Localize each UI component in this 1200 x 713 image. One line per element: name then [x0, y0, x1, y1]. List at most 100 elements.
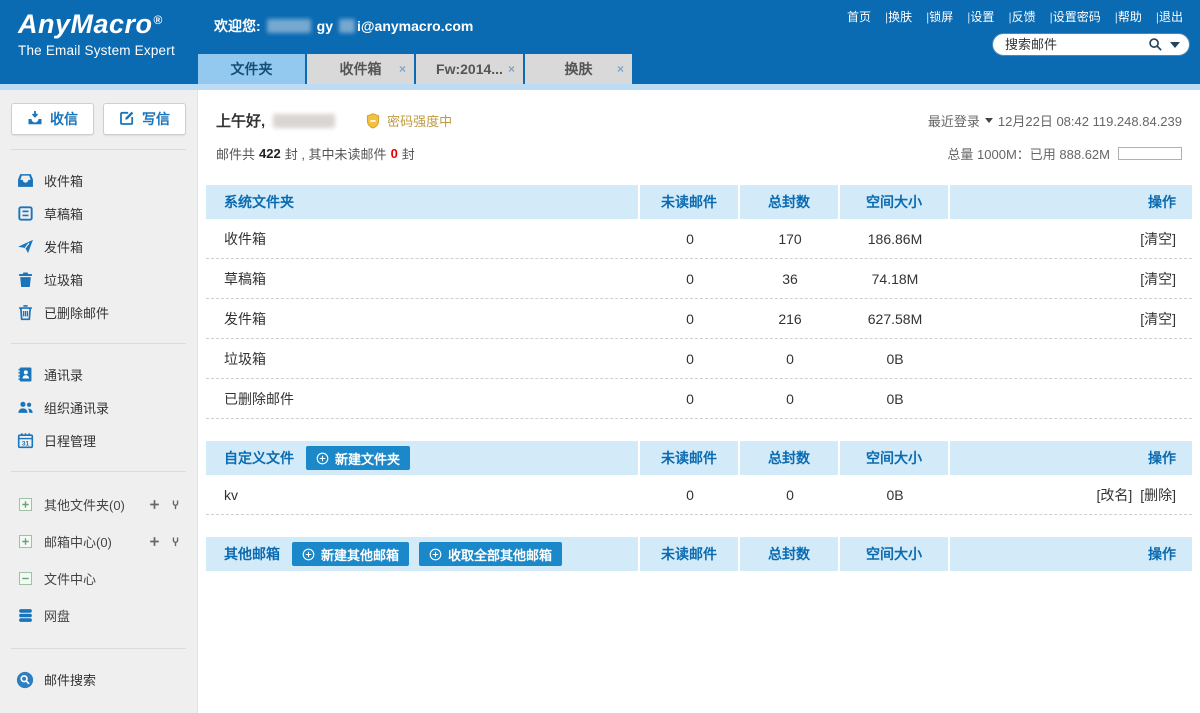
compose-mail-icon — [119, 110, 135, 129]
new-folder-button[interactable]: 新建文件夹 — [306, 446, 410, 470]
webmail-app: AnyMacro® The Email System Expert 欢迎您: g… — [0, 0, 1200, 713]
password-strength-badge[interactable]: 密码强度中 — [365, 111, 452, 130]
col-ops-header: 操作 — [950, 441, 1192, 475]
col-unread-header: 未读邮件 — [640, 537, 740, 571]
link-lock-screen[interactable]: 锁屏 — [919, 8, 960, 25]
welcome-label: 欢迎您: — [214, 16, 261, 36]
manage-folder-wrench-icon[interactable] — [170, 499, 181, 511]
clear-folder-link[interactable]: [清空] — [1140, 231, 1176, 247]
folder-name-link[interactable]: 垃圾箱 — [206, 349, 640, 369]
inbox-icon — [16, 172, 34, 190]
folder-name-link[interactable]: 发件箱 — [206, 309, 640, 329]
welcome-email: i@anymacro.com — [357, 18, 473, 34]
col-total-header: 总封数 — [740, 537, 840, 571]
other-table-title: 其他邮箱 — [224, 544, 280, 564]
link-set-password[interactable]: 设置密码 — [1043, 8, 1108, 25]
search-icon[interactable] — [1148, 37, 1163, 52]
masked-email-prefix — [339, 19, 355, 33]
col-size-header: 空间大小 — [840, 185, 950, 219]
collapse-minus-icon[interactable] — [16, 570, 34, 588]
shield-icon — [365, 113, 381, 129]
last-login-caret-icon[interactable] — [985, 118, 993, 123]
compose-mail-button[interactable]: 写信 — [103, 103, 186, 135]
col-size-header: 空间大小 — [840, 441, 950, 475]
delete-folder-link[interactable]: [删除] — [1140, 487, 1176, 503]
add-account-icon[interactable] — [149, 536, 160, 547]
receive-mail-button[interactable]: 收信 — [11, 103, 94, 135]
folder-name-link[interactable]: kv — [206, 487, 640, 503]
main-content: 上午好, 密码强度中 最近登录 12月22日 08:42 119.248.84.… — [198, 90, 1200, 713]
tab-close-icon[interactable]: × — [508, 54, 515, 84]
link-change-skin[interactable]: 换肤 — [878, 8, 919, 25]
clear-folder-link[interactable]: [清空] — [1140, 271, 1176, 287]
col-size-header: 空间大小 — [840, 537, 950, 571]
masked-username — [267, 19, 311, 33]
folder-name-link[interactable]: 收件箱 — [206, 229, 640, 249]
sidebar-item-junk[interactable]: 垃圾箱 — [0, 263, 197, 296]
table-row-drafts: 草稿箱 0 36 74.18M [清空] — [206, 259, 1192, 299]
receive-mail-icon — [27, 110, 43, 129]
other-mailboxes-table: 其他邮箱 新建其他邮箱 收取全部其他邮箱 未读邮件 总封数 空间大小 操作 — [206, 537, 1192, 571]
add-folder-icon[interactable] — [149, 499, 160, 510]
sidebar-item-mail-search[interactable]: 邮件搜索 — [0, 663, 197, 696]
clear-folder-link[interactable]: [清空] — [1140, 311, 1176, 327]
brand-logo: AnyMacro® The Email System Expert — [18, 9, 175, 58]
tab-close-icon[interactable]: × — [617, 54, 624, 84]
tab-folders[interactable]: 文件夹 — [198, 54, 305, 84]
folder-name-link[interactable]: 草稿箱 — [206, 269, 640, 289]
quota-progress-bar — [1118, 147, 1182, 160]
link-logout[interactable]: 退出 — [1149, 8, 1190, 25]
sidebar-item-mail-center[interactable]: 邮箱中心(0) — [0, 523, 197, 560]
folder-name-link[interactable]: 已删除邮件 — [206, 389, 640, 409]
link-feedback[interactable]: 反馈 — [1001, 8, 1042, 25]
sidebar-item-file-center[interactable]: 文件中心 — [0, 560, 197, 597]
top-header: AnyMacro® The Email System Expert 欢迎您: g… — [0, 0, 1200, 84]
table-row-junk: 垃圾箱 0 0 0B — [206, 339, 1192, 379]
link-home[interactable]: 首页 — [840, 8, 878, 25]
calendar-icon: 31 — [16, 432, 34, 450]
col-ops-header: 操作 — [950, 185, 1192, 219]
plus-circle-icon — [316, 452, 329, 465]
mail-unread-count: 0 — [391, 146, 398, 161]
link-settings[interactable]: 设置 — [960, 8, 1001, 25]
tab-skin[interactable]: 换肤 × — [525, 54, 632, 84]
rename-folder-link[interactable]: [改名] — [1097, 487, 1133, 503]
col-unread-header: 未读邮件 — [640, 185, 740, 219]
tab-close-icon[interactable]: × — [399, 54, 406, 84]
mail-search-box[interactable] — [992, 33, 1190, 56]
link-help[interactable]: 帮助 — [1108, 8, 1149, 25]
new-other-mailbox-button[interactable]: 新建其他邮箱 — [292, 542, 409, 566]
group-contacts-icon — [16, 399, 34, 417]
sidebar-item-other-folders[interactable]: 其他文件夹(0) — [0, 486, 197, 523]
manage-account-wrench-icon[interactable] — [170, 536, 181, 548]
sidebar-item-org-contacts[interactable]: 组织通讯录 — [0, 391, 197, 424]
search-options-caret-icon[interactable] — [1170, 42, 1180, 48]
plus-circle-icon — [429, 548, 442, 561]
fetch-all-mailboxes-button[interactable]: 收取全部其他邮箱 — [419, 542, 562, 566]
mail-search-icon — [16, 671, 34, 689]
table-row-custom-kv: kv 0 0 0B [改名] [删除] — [206, 475, 1192, 515]
top-links-nav: 首页 换肤 锁屏 设置 反馈 设置密码 帮助 退出 — [840, 8, 1190, 25]
quota-text: 总量 1000M：已用 888.62M — [947, 144, 1110, 163]
tab-fw2014[interactable]: Fw:2014... × — [416, 54, 523, 84]
sidebar-item-drafts[interactable]: 草稿箱 — [0, 197, 197, 230]
quota-block: 总量 1000M：已用 888.62M — [947, 144, 1182, 163]
sidebar-item-calendar[interactable]: 31 日程管理 — [0, 424, 197, 457]
expand-plus-icon[interactable] — [16, 533, 34, 551]
welcome-bar: 欢迎您: gy i@anymacro.com — [214, 16, 473, 36]
sidebar-item-inbox[interactable]: 收件箱 — [0, 164, 197, 197]
search-input[interactable] — [1005, 37, 1148, 52]
system-folders-table: 系统文件夹 未读邮件 总封数 空间大小 操作 收件箱 0 170 186.86M… — [206, 185, 1192, 419]
sidebar-item-deleted[interactable]: 已删除邮件 — [0, 296, 197, 329]
sidebar-item-contacts[interactable]: 通讯录 — [0, 358, 197, 391]
sidebar-item-sent[interactable]: 发件箱 — [0, 230, 197, 263]
table-row-inbox: 收件箱 0 170 186.86M [清空] — [206, 219, 1192, 259]
netdisk-icon — [16, 607, 34, 625]
mail-stats-suffix: 封 — [402, 144, 415, 163]
last-login-label[interactable]: 最近登录 — [928, 111, 980, 130]
table-row-deleted: 已删除邮件 0 0 0B — [206, 379, 1192, 419]
last-login-value: 12月22日 08:42 119.248.84.239 — [998, 111, 1182, 130]
expand-plus-icon[interactable] — [16, 496, 34, 514]
sidebar-item-netdisk[interactable]: 网盘 — [0, 597, 197, 634]
tab-inbox[interactable]: 收件箱 × — [307, 54, 414, 84]
